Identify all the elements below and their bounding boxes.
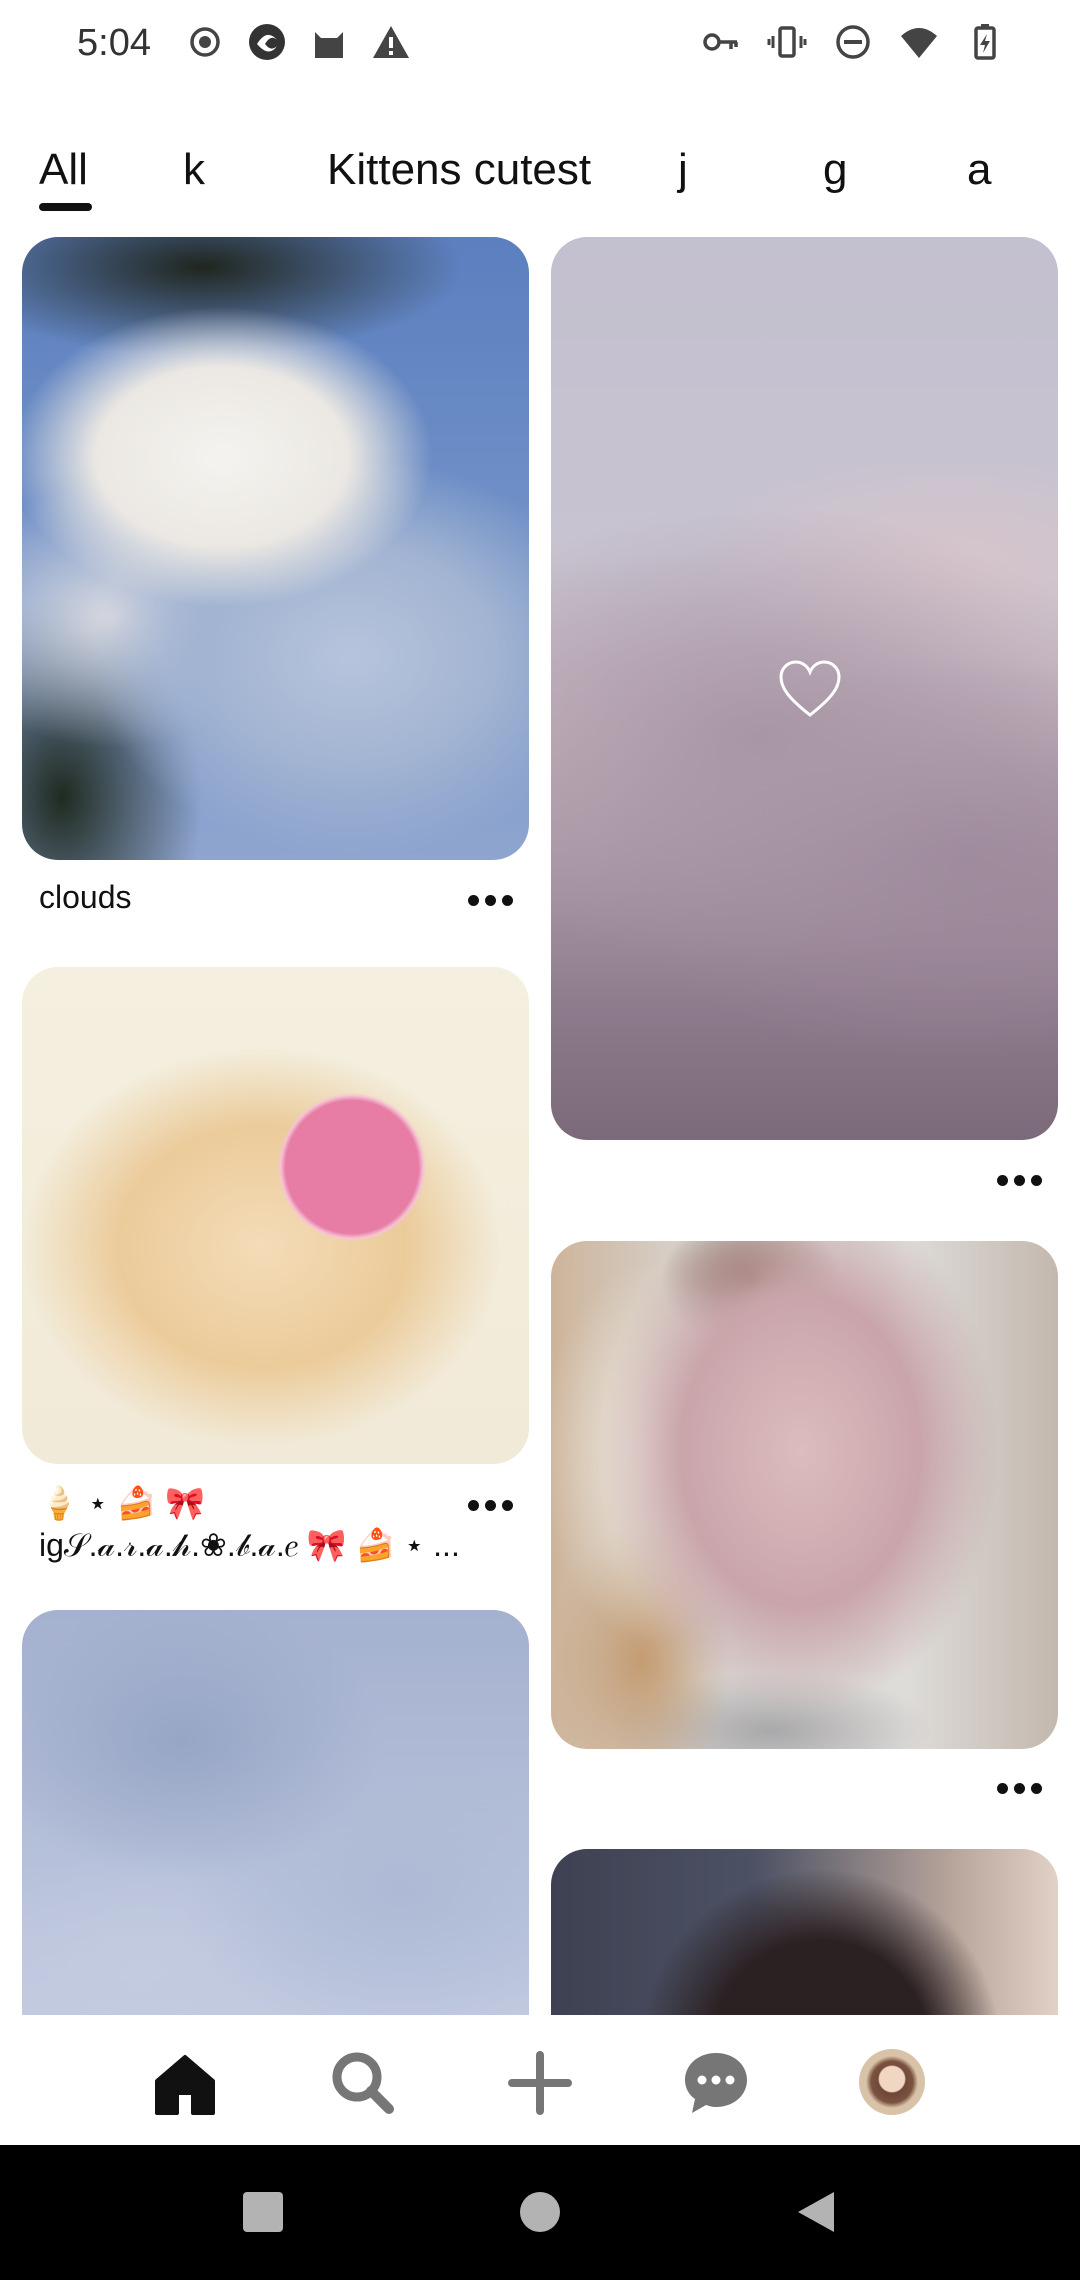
tab-all[interactable]: All [39, 140, 92, 220]
warning-icon [371, 22, 411, 62]
more-options-icon[interactable] [465, 1495, 515, 1515]
wifi-icon [899, 22, 939, 62]
create-plus-icon[interactable] [502, 2045, 578, 2121]
status-bar: 5:04 [0, 0, 1080, 90]
record-icon [185, 22, 225, 62]
home-circle-icon[interactable] [515, 2187, 565, 2237]
vpn-key-icon [701, 22, 741, 62]
search-icon[interactable] [325, 2045, 401, 2121]
messages-icon[interactable] [678, 2045, 754, 2121]
more-options-icon[interactable] [994, 1170, 1044, 1190]
status-time: 5:04 [77, 22, 151, 64]
back-triangle-icon[interactable] [792, 2187, 842, 2237]
pin-image-sweater[interactable] [551, 1241, 1058, 1749]
pin-image-watercolor[interactable] [22, 1610, 529, 2015]
tab-kittens-cutest[interactable]: Kittens cutest [327, 140, 591, 220]
pin-image-cat[interactable] [22, 967, 529, 1464]
tab-a[interactable]: a [967, 140, 991, 220]
profile-avatar[interactable] [859, 2049, 925, 2115]
more-options-icon[interactable] [994, 1778, 1044, 1798]
pin-title-line1: 🍦 ⋆ 🍰 🎀 [39, 1485, 206, 1521]
pin-title-line2: ig𝒮.𝒶.𝓇.𝒶.𝒽.❀.𝒷.𝒶.𝑒 🎀 🍰 ⋆ ... [39, 1527, 459, 1563]
heart-icon [777, 657, 843, 723]
app-icon [247, 22, 287, 62]
battery-charging-icon [965, 22, 1005, 62]
pin-image-anime-girl[interactable] [551, 1849, 1058, 2015]
pin-image-pink-sky[interactable] [551, 237, 1058, 1140]
board-tabs: All k Kittens cutest j g a [0, 140, 1080, 220]
status-right-icons [701, 22, 1005, 62]
tab-g[interactable]: g [823, 140, 847, 220]
recents-square-icon[interactable] [238, 2187, 288, 2237]
cat-icon [309, 22, 349, 62]
pin-title-clouds: clouds [39, 879, 132, 915]
do-not-disturb-icon [833, 22, 873, 62]
tab-j[interactable]: j [678, 140, 688, 220]
pin-feed[interactable]: clouds 🍦 ⋆ 🍰 🎀 ig𝒮.𝒶.𝓇.𝒶.𝒽.❀.𝒷.𝒶.𝑒 🎀 🍰 ⋆… [0, 230, 1080, 2015]
more-options-icon[interactable] [465, 890, 515, 910]
status-left-icons [185, 22, 411, 62]
vibrate-icon [767, 22, 807, 62]
pin-image-clouds[interactable] [22, 237, 529, 860]
system-nav-bar [0, 2145, 1080, 2280]
tab-k[interactable]: k [183, 140, 205, 220]
home-icon[interactable] [147, 2045, 223, 2121]
